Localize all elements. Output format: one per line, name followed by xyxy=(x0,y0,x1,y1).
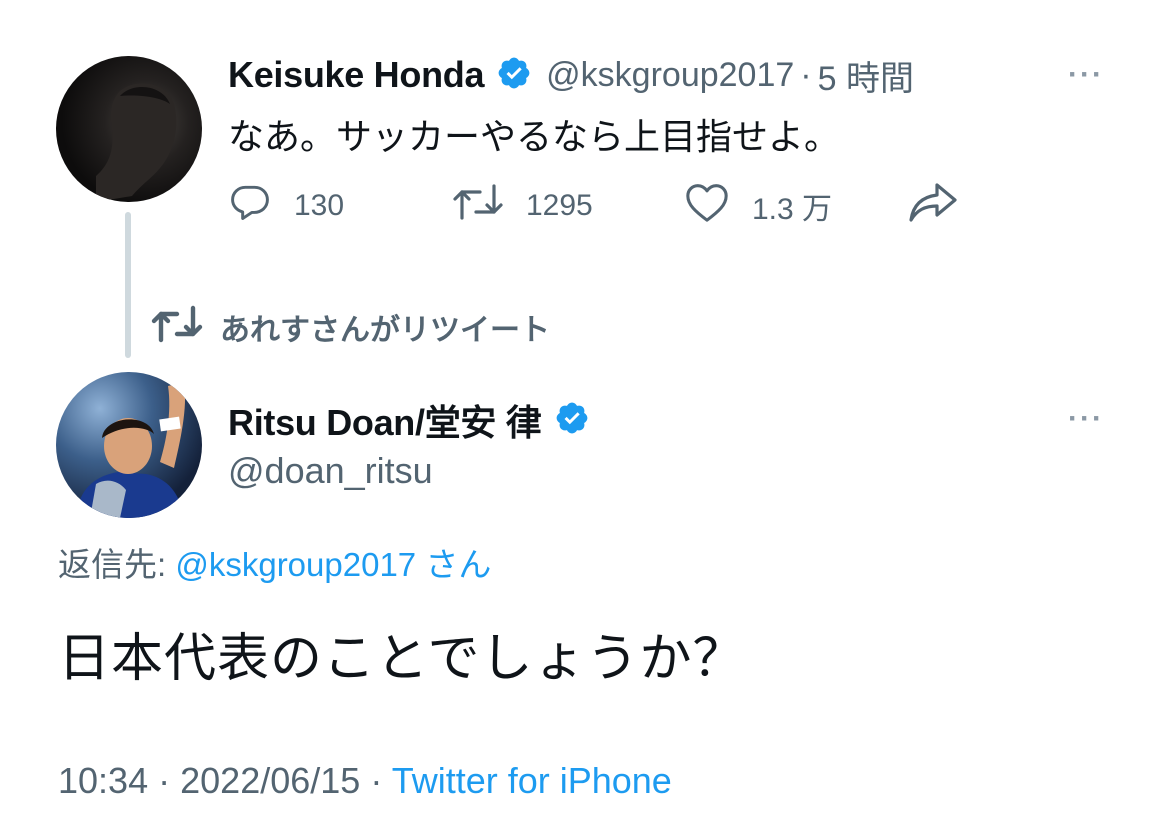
tweet1-more-button[interactable]: ··· xyxy=(1068,58,1104,92)
tweet2-source-link[interactable]: Twitter for iPhone xyxy=(392,760,672,801)
verified-badge-icon xyxy=(496,55,532,96)
tweet1-separator: · xyxy=(800,55,812,94)
retweeted-by-banner: あれすさんがリツイート xyxy=(150,304,550,349)
keisuke-honda-avatar[interactable] xyxy=(56,56,202,202)
heart-icon xyxy=(684,180,730,232)
tweet2-time[interactable]: 10:34 xyxy=(58,760,148,801)
reply-to-prefix: 返信先: xyxy=(58,546,176,583)
tweet2-more-button[interactable]: ··· xyxy=(1068,402,1104,436)
avatar-silhouette xyxy=(96,83,177,202)
meta-separator: · xyxy=(158,760,171,801)
tweet2-meta: 10:34 · 2022/06/15 · Twitter for iPhone xyxy=(58,760,672,802)
reply-to-handle-link[interactable]: @kskgroup2017 さん xyxy=(175,546,491,583)
reply-to-line: 返信先: @kskgroup2017 さん xyxy=(58,538,491,586)
retweet-icon xyxy=(452,180,504,232)
ritsu-doan-avatar[interactable] xyxy=(56,372,202,518)
avatar-player-photo xyxy=(76,382,186,518)
tweet1-author-name[interactable]: Keisuke Honda xyxy=(228,54,484,96)
tweet2-handle[interactable]: @doan_ritsu xyxy=(228,450,433,492)
share-icon xyxy=(906,183,960,228)
retweet-small-icon xyxy=(150,304,204,349)
tweet1-timestamp[interactable]: 5 時間 xyxy=(818,51,914,100)
tweet1-header: Keisuke Honda @kskgroup2017 · 5 時間 xyxy=(228,52,914,98)
thread-connector-line xyxy=(125,212,131,358)
retweet-button[interactable]: 1295 xyxy=(452,180,593,232)
retweeted-by-text[interactable]: あれすさんがリツイート xyxy=(220,305,550,349)
like-button[interactable]: 1.3 万 xyxy=(684,180,832,232)
share-button[interactable] xyxy=(906,180,960,229)
tweet2-date[interactable]: 2022/06/15 xyxy=(180,760,360,801)
tweet1-text: なあ。サッカーやるなら上目指せよ。 xyxy=(228,116,841,157)
tweet2-text: 日本代表のことでしょうか？ xyxy=(58,630,746,688)
like-count: 1.3 万 xyxy=(752,193,833,226)
verified-badge-icon xyxy=(554,400,590,441)
retweet-count: 1295 xyxy=(526,189,593,222)
tweet2-author-name[interactable]: Ritsu Doan/堂安 律 xyxy=(228,394,542,446)
tweet1-handle[interactable]: @kskgroup2017 xyxy=(546,56,794,95)
reply-icon xyxy=(228,180,272,232)
tweet2-header: Ritsu Doan/堂安 律 xyxy=(228,396,590,444)
meta-separator: · xyxy=(370,760,383,801)
reply-button[interactable]: 130 xyxy=(228,180,344,232)
reply-count: 130 xyxy=(294,189,345,222)
